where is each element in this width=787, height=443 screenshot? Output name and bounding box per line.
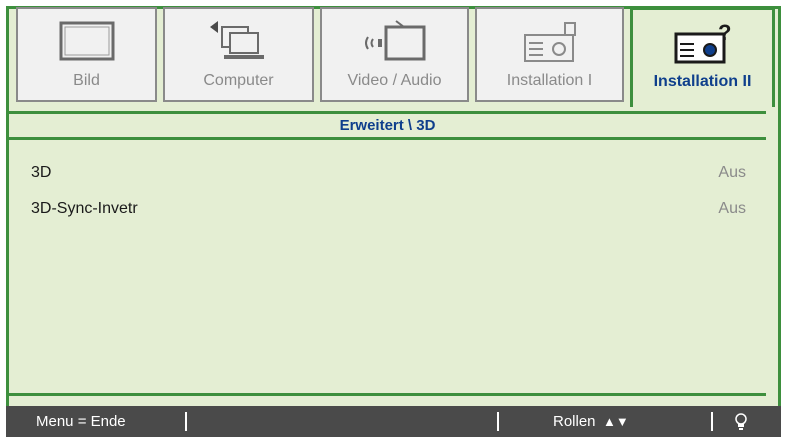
tab-bild[interactable]: Bild <box>16 7 157 102</box>
tab-label: Installation II <box>653 73 752 90</box>
bulb-icon <box>735 413 747 430</box>
tab-label: Bild <box>73 72 100 89</box>
setting-row-3d[interactable]: 3D Aus <box>31 160 746 188</box>
setting-name: 3D <box>31 164 52 181</box>
tab-video-audio[interactable]: Video / Audio <box>320 7 469 102</box>
tab-label: Video / Audio <box>347 72 442 89</box>
scroll-arrows-icon: ▲▼ <box>603 414 629 429</box>
setting-row-3d-sync-invert[interactable]: 3D-Sync-Invetr Aus <box>31 196 746 224</box>
svg-text:?: ? <box>718 20 731 45</box>
tab-installation-1[interactable]: Installation I <box>475 7 624 102</box>
status-bar: Menu = Ende Rollen ▲▼ <box>6 406 781 437</box>
projector-icon <box>523 22 576 62</box>
projector-help-icon: ? <box>674 20 731 64</box>
separator <box>185 412 187 431</box>
computer-icon <box>209 21 264 59</box>
separator <box>711 412 713 431</box>
tab-installation-2[interactable]: ? Installation II <box>630 7 775 107</box>
tab-label: Computer <box>203 72 274 89</box>
setting-value[interactable]: Aus <box>718 164 746 182</box>
breadcrumb: Erweitert \ 3D <box>9 111 766 137</box>
video-audio-icon <box>364 20 425 61</box>
scroll-hint: Rollen <box>553 413 596 430</box>
setting-name: 3D-Sync-Invetr <box>31 200 138 217</box>
menu-exit-hint: Menu = Ende <box>36 413 126 430</box>
monitor-icon <box>59 21 114 61</box>
setting-value[interactable]: Aus <box>718 200 746 218</box>
tab-label: Installation I <box>506 72 593 89</box>
tab-computer[interactable]: Computer <box>163 7 314 102</box>
separator <box>497 412 499 431</box>
